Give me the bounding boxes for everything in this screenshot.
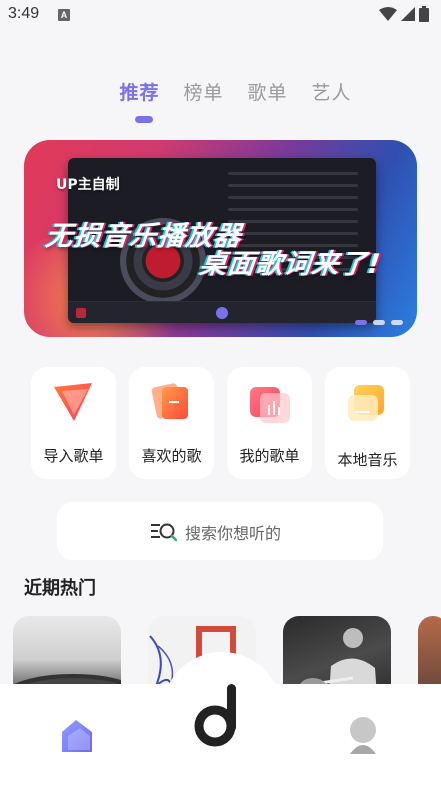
tab-playlists[interactable]: 歌单 [248, 78, 288, 105]
search-bar[interactable]: 搜索你想听的 [57, 502, 383, 560]
import-playlist-label: 导入歌单 [43, 447, 104, 465]
import-playlist-button[interactable]: 导入歌单 [31, 367, 116, 479]
local-music-button[interactable]: 本地音乐 [325, 367, 410, 479]
home-icon[interactable] [58, 716, 96, 754]
player-bar [68, 301, 376, 323]
signal-icon [401, 7, 415, 21]
status-bar: 3:49 A [0, 0, 441, 30]
recent-hot-title: 近期热门 [24, 578, 96, 599]
banner-subheadline: 桌面歌词来了! [198, 249, 383, 280]
status-time: 3:49 [8, 5, 40, 22]
tab-recommend[interactable]: 推荐 [119, 78, 159, 105]
album-thumb [76, 308, 86, 318]
profile-icon[interactable] [346, 716, 380, 754]
notification-icon: A [58, 9, 70, 21]
local-music-icon [348, 385, 384, 421]
my-playlist-icon [250, 387, 290, 423]
quick-actions: 导入歌单 喜欢的歌 我的歌单 本地音乐 [31, 367, 410, 479]
tab-charts[interactable]: 榜单 [183, 78, 223, 105]
promo-banner[interactable]: UP主自制 无损音乐播放器 桌面歌词来了! [24, 140, 417, 337]
local-music-label: 本地音乐 [337, 451, 398, 469]
import-playlist-icon [54, 383, 92, 421]
liked-songs-label: 喜欢的歌 [141, 447, 202, 465]
top-tabs: 推荐 榜单 歌单 艺人 [0, 78, 441, 105]
banner-dot[interactable] [391, 320, 403, 325]
my-playlist-button[interactable]: 我的歌单 [227, 367, 312, 479]
battery-icon [419, 6, 429, 22]
wifi-icon [379, 7, 397, 21]
liked-songs-icon [151, 383, 188, 419]
search-input[interactable]: 搜索你想听的 [185, 520, 281, 544]
play-icon [216, 307, 228, 319]
banner-dot[interactable] [373, 320, 385, 325]
banner-tag: UP主自制 [56, 177, 120, 193]
status-icons [379, 6, 429, 22]
banner-dot-active[interactable] [355, 320, 367, 325]
my-playlist-label: 我的歌单 [239, 447, 300, 465]
liked-songs-button[interactable]: 喜欢的歌 [129, 367, 214, 479]
search-icon [151, 523, 177, 542]
tab-indicator [135, 116, 153, 123]
music-note-icon[interactable] [193, 680, 241, 748]
tab-artists[interactable]: 艺人 [312, 78, 352, 105]
banner-pagination [355, 320, 403, 325]
